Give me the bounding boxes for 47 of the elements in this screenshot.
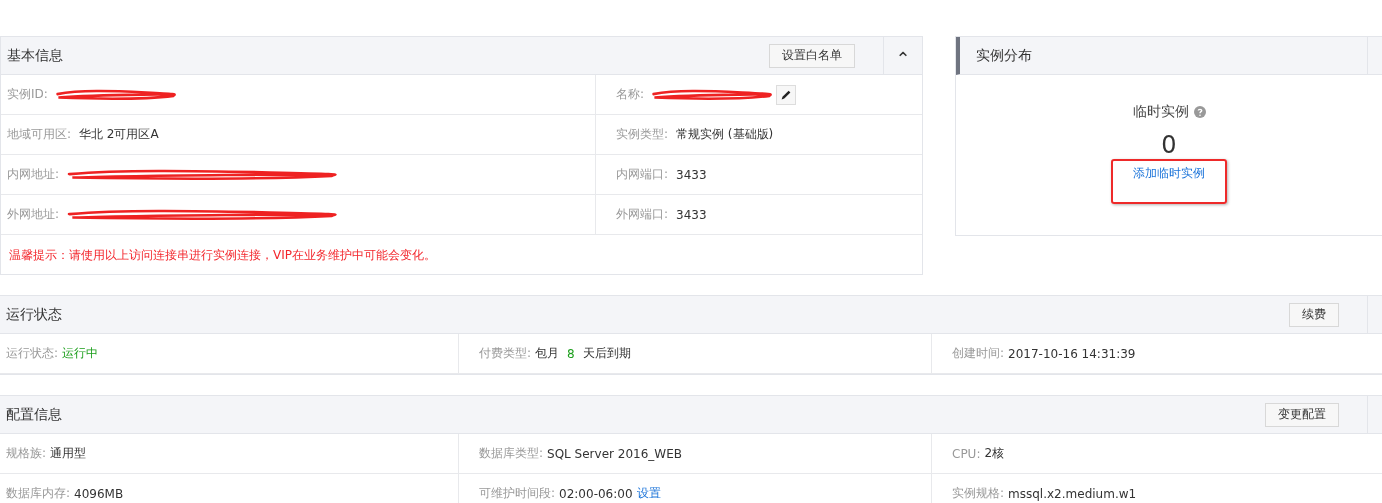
field-label: 数据库类型:	[479, 445, 544, 462]
collapse-icon[interactable]: ⌃	[895, 43, 911, 68]
add-instance-link[interactable]: 添加临时实例	[1133, 166, 1205, 180]
field-label: 数据库内存:	[6, 485, 71, 502]
field-value: 包月	[535, 345, 560, 362]
field-label: 实例ID:	[7, 86, 48, 103]
field-label: 实例规格:	[952, 485, 1005, 502]
field-value: 02:00-06:00	[559, 486, 633, 501]
field-value: 3433	[676, 167, 707, 182]
field-value: 通用型	[50, 445, 87, 462]
settings-link[interactable]: 设置	[636, 485, 661, 502]
field-value: 2核	[984, 445, 1005, 462]
renew-button[interactable]: 续费	[1289, 302, 1339, 327]
field-label: 外网地址:	[7, 206, 60, 223]
field-value: 运行中	[62, 345, 99, 362]
edit-icon[interactable]	[776, 84, 797, 105]
change-config-button[interactable]: 变更配置	[1265, 402, 1339, 427]
field-label: 实例类型:	[616, 126, 669, 143]
section-title: 基本信息	[6, 46, 64, 65]
section-title: 配置信息	[5, 405, 63, 424]
field-label: 内网端口:	[616, 166, 669, 183]
field-value: 天后到期	[582, 345, 631, 362]
field-value: 常规实例 (基础版)	[676, 126, 774, 143]
field-value: 8	[567, 346, 575, 361]
section-title: 实例分布	[975, 46, 1033, 65]
metric-label: 临时实例	[1132, 103, 1189, 121]
field-value: SQL Server 2016_WEB	[547, 446, 682, 461]
field-label: 付费类型:	[479, 345, 532, 362]
field-label: 可维护时间段:	[479, 485, 556, 502]
field-value: 2017-10-16 14:31:39	[1008, 346, 1136, 361]
field-value: 4096MB	[74, 486, 124, 501]
field-value: 华北 2可用区A	[79, 126, 159, 143]
warning-text: 温馨提示：请使用以上访问连接串进行实例连接，VIP在业务维护中可能会变化。	[8, 247, 437, 264]
field-label: 创建时间:	[952, 345, 1005, 362]
field-value: mssql.x2.medium.w1	[1008, 486, 1137, 501]
field-label: 内网地址:	[7, 166, 60, 183]
section-title: 运行状态	[5, 305, 63, 324]
field-label: 名称:	[616, 86, 645, 103]
metric-value: 0	[1161, 131, 1177, 159]
help-icon	[1193, 106, 1206, 118]
field-value: 3433	[676, 207, 707, 222]
field-label: 运行状态:	[6, 345, 59, 362]
whitelist-button[interactable]: 设置白名单	[769, 43, 855, 68]
field-label: 规格族:	[6, 445, 47, 462]
field-label: 地域可用区:	[7, 126, 72, 143]
field-label: 外网端口:	[616, 206, 669, 223]
field-label: CPU:	[952, 446, 981, 461]
